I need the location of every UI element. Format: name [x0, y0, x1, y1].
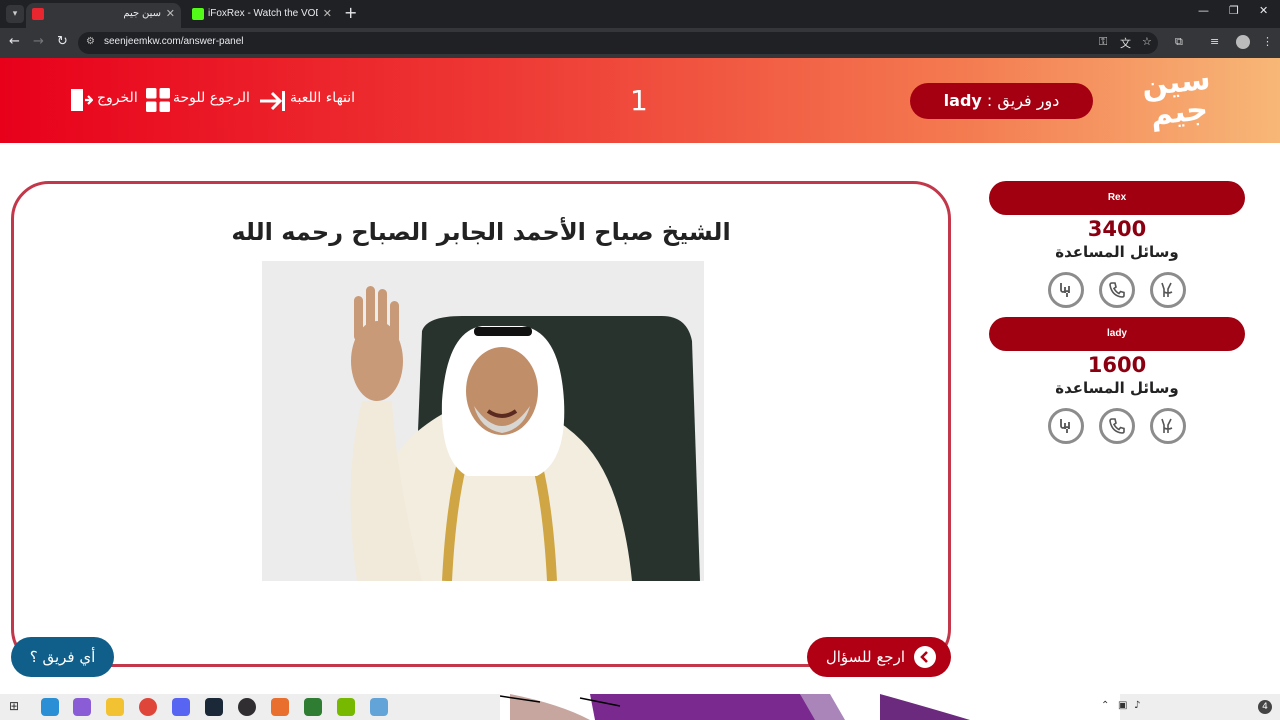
password-key-icon[interactable]: ⚿: [1099, 35, 1107, 49]
xbox-icon[interactable]: [304, 698, 322, 716]
edge-icon[interactable]: [41, 698, 59, 716]
bookmark-star-icon[interactable]: ☆: [1142, 35, 1152, 48]
close-window-icon[interactable]: ✕: [1259, 4, 1268, 17]
minimize-icon[interactable]: —: [1198, 4, 1209, 17]
team-lady-aids-label: وسائل المساعدة: [1055, 379, 1179, 397]
tab-title: سين جيم: [123, 8, 161, 19]
restore-icon[interactable]: ❐: [1229, 4, 1239, 17]
team-rex-aids-label: وسائل المساعدة: [1055, 243, 1179, 261]
board-grid-icon[interactable]: [146, 88, 170, 112]
swap-icon[interactable]: [1150, 408, 1186, 444]
game-header: الخروج الرجوع للوحة انتهاء اللعبة 1 دور …: [0, 58, 1280, 143]
phone-icon[interactable]: [1099, 272, 1135, 308]
more-menu-icon[interactable]: ⋮: [1262, 35, 1273, 48]
turn-team-name: lady: [943, 91, 982, 110]
close-tab-icon[interactable]: ✕: [323, 3, 332, 25]
steam-icon[interactable]: [205, 698, 223, 716]
new-tab-button[interactable]: +: [344, 3, 357, 22]
tab-title: iFoxRex - Watch the VOD on Ki: [208, 8, 318, 19]
double-points-icon[interactable]: [1048, 272, 1084, 308]
tray-chevron-up-icon[interactable]: ⌃: [1101, 700, 1109, 711]
kick-favicon-icon: [192, 8, 204, 20]
address-bar[interactable]: ⚙ seenjeemkw.com/answer-panel: [78, 32, 1158, 54]
os-taskbar: ⊞ ⌃ ▣ ♪ 4: [0, 694, 1280, 720]
translate-icon[interactable]: 文: [1120, 35, 1131, 51]
copilot-icon[interactable]: [73, 698, 91, 716]
reading-list-icon[interactable]: ≡: [1210, 35, 1219, 48]
browser-tab-strip: ▾ سين جيم ✕ iFoxRex - Watch the VOD on K…: [0, 0, 1280, 28]
close-tab-icon[interactable]: ✕: [166, 3, 175, 25]
extensions-icon[interactable]: ⧉: [1175, 35, 1183, 49]
reload-icon[interactable]: ↻: [57, 34, 68, 49]
back-to-board-link[interactable]: الرجوع للوحة: [173, 90, 250, 106]
phone-icon[interactable]: [1099, 408, 1135, 444]
swap-icon[interactable]: [1150, 272, 1186, 308]
answer-photo: [262, 261, 704, 581]
app-icon[interactable]: [370, 698, 388, 716]
chrome-icon[interactable]: [139, 698, 157, 716]
team-rex-score: 3400: [1087, 217, 1147, 241]
current-turn-badge: دور فريق : lady: [910, 83, 1093, 119]
round-number: 1: [630, 84, 648, 117]
nvidia-icon[interactable]: [337, 698, 355, 716]
app-icon[interactable]: [271, 698, 289, 716]
windows-start-icon[interactable]: ⊞: [9, 699, 19, 713]
back-arrow-icon[interactable]: ←: [9, 34, 20, 49]
tab-seenjeem[interactable]: سين جيم ✕: [26, 3, 181, 28]
exit-door-icon[interactable]: [69, 87, 93, 113]
back-to-question-label: ارجع للسؤال: [825, 648, 905, 666]
answer-text: الشيخ صباح الأحمد الجابر الصباح رحمه الل…: [231, 218, 731, 246]
browser-toolbar: ← → ↻ ⚙ seenjeemkw.com/answer-panel ⚿ 文 …: [0, 28, 1280, 58]
turn-prefix: دور فريق :: [986, 91, 1060, 110]
end-game-arrow-icon[interactable]: [258, 90, 286, 112]
answer-card: الشيخ صباح الأحمد الجابر الصباح رحمه الل…: [11, 181, 951, 667]
back-to-question-button[interactable]: ارجع للسؤال: [807, 637, 951, 677]
obs-icon[interactable]: [238, 698, 256, 716]
discord-icon[interactable]: [172, 698, 190, 716]
exit-link[interactable]: الخروج: [97, 90, 138, 106]
seenjeem-logo[interactable]: سين جيم: [1139, 62, 1218, 137]
tray-app-icon[interactable]: ▣: [1118, 700, 1127, 711]
file-explorer-icon[interactable]: [106, 698, 124, 716]
profile-avatar[interactable]: [1236, 35, 1250, 49]
double-points-icon[interactable]: [1048, 408, 1084, 444]
tab-ifoxrex[interactable]: iFoxRex - Watch the VOD on Ki ✕: [186, 3, 338, 28]
team-rex-pill: Rex: [989, 181, 1245, 215]
seenjeem-favicon-icon: [32, 8, 44, 20]
team-lady-pill: lady: [989, 317, 1245, 351]
team-lady-score: 1600: [1087, 353, 1147, 377]
site-info-icon[interactable]: ⚙: [86, 36, 95, 47]
answer-photo-illustration: [262, 261, 704, 581]
chevron-left-circle-icon: [914, 646, 936, 668]
url-text: seenjeemkw.com/answer-panel: [104, 36, 244, 47]
end-game-link[interactable]: انتهاء اللعبة: [290, 90, 355, 106]
notification-count-badge[interactable]: 4: [1258, 700, 1272, 714]
forward-arrow-icon[interactable]: →: [33, 34, 44, 49]
which-team-button[interactable]: أي فريق ؟: [11, 637, 114, 677]
tab-search-button[interactable]: ▾: [6, 5, 24, 23]
background-cartoon-illustration: [500, 694, 1120, 720]
microphone-icon[interactable]: ♪: [1134, 700, 1140, 711]
